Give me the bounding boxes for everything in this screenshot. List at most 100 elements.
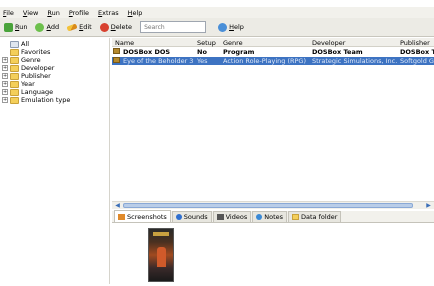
add-icon [35,22,45,32]
folder-icon [10,56,19,64]
cell-publisher: DOSBox Te [400,48,434,56]
column-header-name[interactable]: Name [115,39,134,47]
menu-help[interactable]: Help [128,9,143,17]
column-header-setup[interactable]: Setup [197,39,216,47]
menu-file[interactable]: File [3,9,14,17]
folder-icon [10,80,19,88]
column-header-publisher[interactable]: Publisher [400,39,430,47]
detail-tabs: Screenshots Sounds Videos Notes Data fol… [112,210,434,223]
toolbar: Run Add Edit Delete Help [0,18,434,37]
notes-icon [256,214,263,220]
tree-item-developer[interactable]: + Developer [2,64,54,72]
folder-icon [10,48,19,56]
tab-screenshots[interactable]: Screenshots [114,210,171,222]
delete-icon [99,22,109,32]
box-art-figure [157,247,166,267]
screenshot-thumbnail[interactable] [148,228,174,282]
game-icon [113,48,120,54]
expand-icon[interactable]: + [2,81,8,87]
edit-label: Edit [79,23,92,31]
cell-setup: No [197,48,207,56]
cell-developer: DOSBox Team [312,48,363,56]
cell-genre: Program [223,48,255,56]
menu-view[interactable]: View [23,9,38,17]
tree-item-all[interactable]: All [10,40,29,48]
folder-icon [10,96,19,104]
column-header-developer[interactable]: Developer [312,39,345,47]
run-button[interactable]: Run [4,21,27,34]
tree-item-label: All [21,40,30,48]
tree-item-label: Emulation type [21,96,71,104]
edit-button[interactable]: Edit [66,21,92,34]
delete-button[interactable]: Delete [99,21,133,34]
menu-run[interactable]: Run [47,9,59,17]
tab-label: Data folder [301,213,338,221]
folder-icon [10,64,19,72]
search-input[interactable] [140,21,207,33]
scroll-left-icon[interactable]: ◀ [114,202,121,209]
add-button[interactable]: Add [35,21,59,34]
expand-icon[interactable]: + [2,57,8,63]
folder-icon [10,72,19,80]
tree-item-emulation-type[interactable]: + Emulation type [2,96,70,104]
menu-extras[interactable]: Extras [98,9,119,17]
tree-item-label: Favorites [21,48,51,56]
tree-item-label: Year [21,80,35,88]
game-list: Name Setup Genre Developer Publisher DOS… [112,38,434,208]
expand-icon[interactable]: + [2,89,8,95]
tree-item-favorites[interactable]: Favorites [10,48,50,56]
tree-item-label: Publisher [21,72,51,80]
all-icon [10,40,19,48]
tab-label: Videos [225,213,248,221]
speaker-icon [175,214,182,220]
column-header-genre[interactable]: Genre [223,39,243,47]
scroll-right-icon[interactable]: ▶ [425,202,432,209]
pencil-icon [66,22,78,32]
tab-label: Sounds [183,213,208,221]
cell-developer: Strategic Simulations, Inc. [312,57,398,65]
delete-label: Delete [110,23,133,31]
table-row-selected[interactable]: Eye of the Beholder 3 Yes Action Role-Pl… [112,57,434,65]
game-icon [113,57,120,63]
film-icon [216,214,224,220]
tree-item-language[interactable]: + Language [2,88,53,96]
run-label: Run [15,23,28,31]
screenshot-icon [118,213,125,220]
tab-videos[interactable]: Videos [212,211,252,222]
grid-header: Name Setup Genre Developer Publisher [112,38,434,47]
tree-item-publisher[interactable]: + Publisher [2,72,51,80]
table-row[interactable]: DOSBox DOS No Program DOSBox Team DOSBox… [112,48,434,56]
tree-item-label: Developer [21,64,55,72]
horizontal-scrollbar[interactable]: ◀ ▶ [112,201,434,209]
tab-label: Notes [264,213,284,221]
tree-item-year[interactable]: + Year [2,80,35,88]
cell-setup: Yes [197,57,208,65]
help-icon [218,22,228,32]
menu-profile[interactable]: Profile [69,9,89,17]
scrollbar-thumb[interactable] [123,203,413,208]
menu-bar: File View Run Profile Extras Help [0,7,434,18]
screenshots-panel [112,224,434,286]
cell-name: DOSBox DOS [123,48,171,56]
tab-data-folder[interactable]: Data folder [288,211,342,222]
help-label: Help [229,23,244,31]
tab-label: Screenshots [127,212,167,221]
box-art-title [153,232,169,236]
tree-item-label: Genre [21,56,41,64]
expand-icon[interactable]: + [2,73,8,79]
cell-genre: Action Role-Playing (RPG) [223,57,306,65]
cell-publisher: Softgold G [400,57,434,65]
expand-icon[interactable]: + [2,97,8,103]
tree-item-label: Language [21,88,54,96]
tab-notes[interactable]: Notes [252,211,288,222]
cell-name: Eye of the Beholder 3 [123,57,194,65]
tree-item-genre[interactable]: + Genre [2,56,41,64]
help-button[interactable]: Help [218,21,244,34]
folder-icon [10,88,19,96]
expand-icon[interactable]: + [2,65,8,71]
tab-sounds[interactable]: Sounds [171,211,212,222]
folder-icon [292,214,300,220]
category-tree: All Favorites + Genre + Developer + Publ… [2,38,110,284]
run-icon [4,22,13,32]
app-window: File View Run Profile Extras Help Run Ad… [0,0,434,286]
